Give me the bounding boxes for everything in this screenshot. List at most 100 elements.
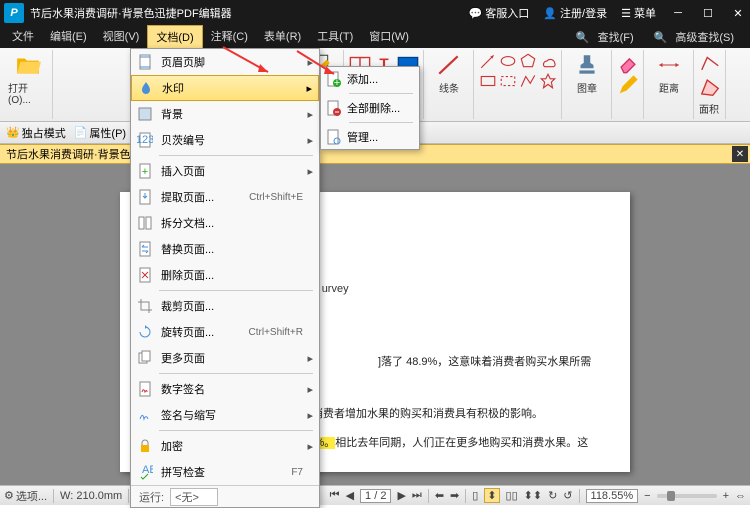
line-button[interactable]: 线条	[429, 52, 469, 95]
stamp-button[interactable]: 图章	[567, 52, 607, 95]
service-link[interactable]: 💬 客服入口	[468, 5, 529, 21]
menu-button[interactable]: ☰ 菜单	[621, 5, 656, 21]
polygon-shape-icon[interactable]	[519, 52, 537, 70]
insert-page-icon: +	[137, 163, 153, 179]
ellipse-shape-icon[interactable]	[499, 52, 517, 70]
login-link[interactable]: 👤 注册/登录	[543, 5, 607, 21]
spellcheck-icon: ABC	[137, 464, 153, 480]
fit-width-icon[interactable]: ⇔	[735, 490, 746, 502]
distance-button[interactable]: 距离	[649, 52, 689, 95]
menu-replace-pages[interactable]: 替换页面...	[131, 236, 319, 262]
menu-insert-pages[interactable]: +插入页面	[131, 158, 319, 184]
menu-rotate-pages[interactable]: 旋转页面...Ctrl+Shift+R	[131, 319, 319, 345]
page-size-w: W: 210.0mm	[60, 490, 122, 502]
star-shape-icon[interactable]	[539, 72, 557, 90]
first-page-button[interactable]: ⏮	[330, 489, 340, 502]
nav-back-button[interactable]: ⬅	[435, 489, 444, 502]
rect-shape-icon[interactable]	[479, 72, 497, 90]
run-select[interactable]: <无>	[170, 488, 218, 506]
svg-text:+: +	[142, 166, 148, 178]
exclusive-mode-button[interactable]: 👑 独占模式	[6, 125, 66, 141]
menu-header-footer[interactable]: 页眉页脚	[131, 49, 319, 75]
menu-document[interactable]: 文档(D)	[147, 25, 202, 49]
menu-spellcheck[interactable]: ABC拼写检查F7	[131, 459, 319, 485]
find-button[interactable]: 🔍查找(F)	[570, 23, 646, 51]
nav-fwd-button[interactable]: ➡	[450, 489, 459, 502]
menu-crop-pages[interactable]: 裁剪页面...	[131, 293, 319, 319]
two-continuous-icon[interactable]: ⬍⬍	[524, 489, 542, 502]
open-button[interactable]: 打开(O)...	[8, 52, 48, 106]
svg-text:123: 123	[137, 134, 153, 146]
close-button[interactable]: ✕	[730, 7, 746, 20]
pencil-icon[interactable]	[617, 74, 639, 96]
menu-background[interactable]: 背景	[131, 101, 319, 127]
last-page-button[interactable]: ⏭	[412, 489, 422, 502]
cloud-shape-icon[interactable]	[539, 52, 557, 70]
extract-icon	[137, 189, 153, 205]
single-page-icon[interactable]: ▯	[472, 489, 478, 502]
menu-more-pages[interactable]: 更多页面	[131, 345, 319, 371]
polyline-shape-icon[interactable]	[519, 72, 537, 90]
add-icon: +	[325, 71, 341, 87]
initials-icon	[137, 407, 153, 423]
menu-encrypt[interactable]: 加密	[131, 433, 319, 459]
rotate-icon	[137, 324, 153, 340]
tab-close-button[interactable]: ✕	[732, 146, 748, 162]
maximize-button[interactable]: ☐	[700, 7, 716, 20]
rect-dash-icon[interactable]	[499, 72, 517, 90]
bates-icon: 123	[137, 132, 153, 148]
page-number[interactable]: 1 / 2	[360, 489, 391, 503]
continuous-icon[interactable]: ⬍	[484, 488, 499, 503]
app-logo: P	[4, 3, 24, 23]
adv-find-button[interactable]: 🔍高级查找(S)	[648, 23, 746, 51]
two-page-icon[interactable]: ▯▯	[506, 489, 518, 502]
line-icon	[436, 52, 462, 78]
next-page-button[interactable]: ▶	[397, 489, 405, 502]
menu-edit[interactable]: 编辑(E)	[42, 25, 95, 49]
eraser-icon[interactable]	[617, 52, 639, 74]
menu-bates[interactable]: 123贝茨编号	[131, 127, 319, 153]
area-icon[interactable]	[699, 76, 721, 98]
distance-icon	[656, 52, 682, 78]
properties-button[interactable]: 📄 属性(P)	[74, 125, 126, 141]
menu-view[interactable]: 视图(V)	[95, 25, 148, 49]
manage-icon	[325, 129, 341, 145]
submenu-manage[interactable]: 管理...	[321, 125, 419, 149]
zoom-in-button[interactable]: +	[723, 490, 729, 502]
menu-window[interactable]: 窗口(W)	[361, 25, 417, 49]
submenu-delete-all[interactable]: 全部删除...	[321, 96, 419, 120]
zoom-value[interactable]: 118.55%	[586, 489, 639, 503]
zoom-out-button[interactable]: −	[644, 490, 650, 502]
svg-text:+: +	[334, 77, 340, 87]
menu-watermark[interactable]: 水印	[131, 75, 319, 101]
minimize-button[interactable]: ─	[670, 7, 686, 19]
menu-extract-pages[interactable]: 提取页面...Ctrl+Shift+E	[131, 184, 319, 210]
menu-split-doc[interactable]: 拆分文档...	[131, 210, 319, 236]
rotate-ccw-icon[interactable]: ↺	[563, 489, 572, 502]
menu-file[interactable]: 文件	[4, 25, 42, 49]
menu-tool[interactable]: 工具(T)	[309, 25, 361, 49]
menu-comment[interactable]: 注释(C)	[203, 25, 256, 49]
split-icon	[137, 215, 153, 231]
watermark-icon	[138, 80, 154, 96]
replace-icon	[137, 241, 153, 257]
menu-delete-pages[interactable]: 删除页面...	[131, 262, 319, 288]
prev-page-button[interactable]: ◀	[346, 489, 354, 502]
menu-digital-sign[interactable]: 数字签名	[131, 376, 319, 402]
delete-page-icon	[137, 267, 153, 283]
options-button[interactable]: ⚙ 选项...	[4, 488, 47, 504]
page-icon	[137, 54, 153, 70]
rotate-cw-icon[interactable]: ↻	[548, 489, 557, 502]
menu-sign-initials[interactable]: 签名与缩写	[131, 402, 319, 428]
lock-icon	[137, 438, 153, 454]
document-tab[interactable]: 节后水果消费调研·背景色	[6, 146, 131, 162]
background-icon	[137, 106, 153, 122]
perimeter-icon[interactable]	[699, 52, 721, 74]
menu-form[interactable]: 表单(R)	[256, 25, 309, 49]
menu-run-row: 运行:<无>	[131, 485, 319, 507]
watermark-submenu: +添加... 全部删除... 管理...	[320, 66, 420, 150]
signature-icon	[137, 381, 153, 397]
submenu-add[interactable]: +添加...	[321, 67, 419, 91]
arrow-shape-icon[interactable]	[479, 52, 497, 70]
zoom-slider[interactable]	[657, 494, 717, 498]
